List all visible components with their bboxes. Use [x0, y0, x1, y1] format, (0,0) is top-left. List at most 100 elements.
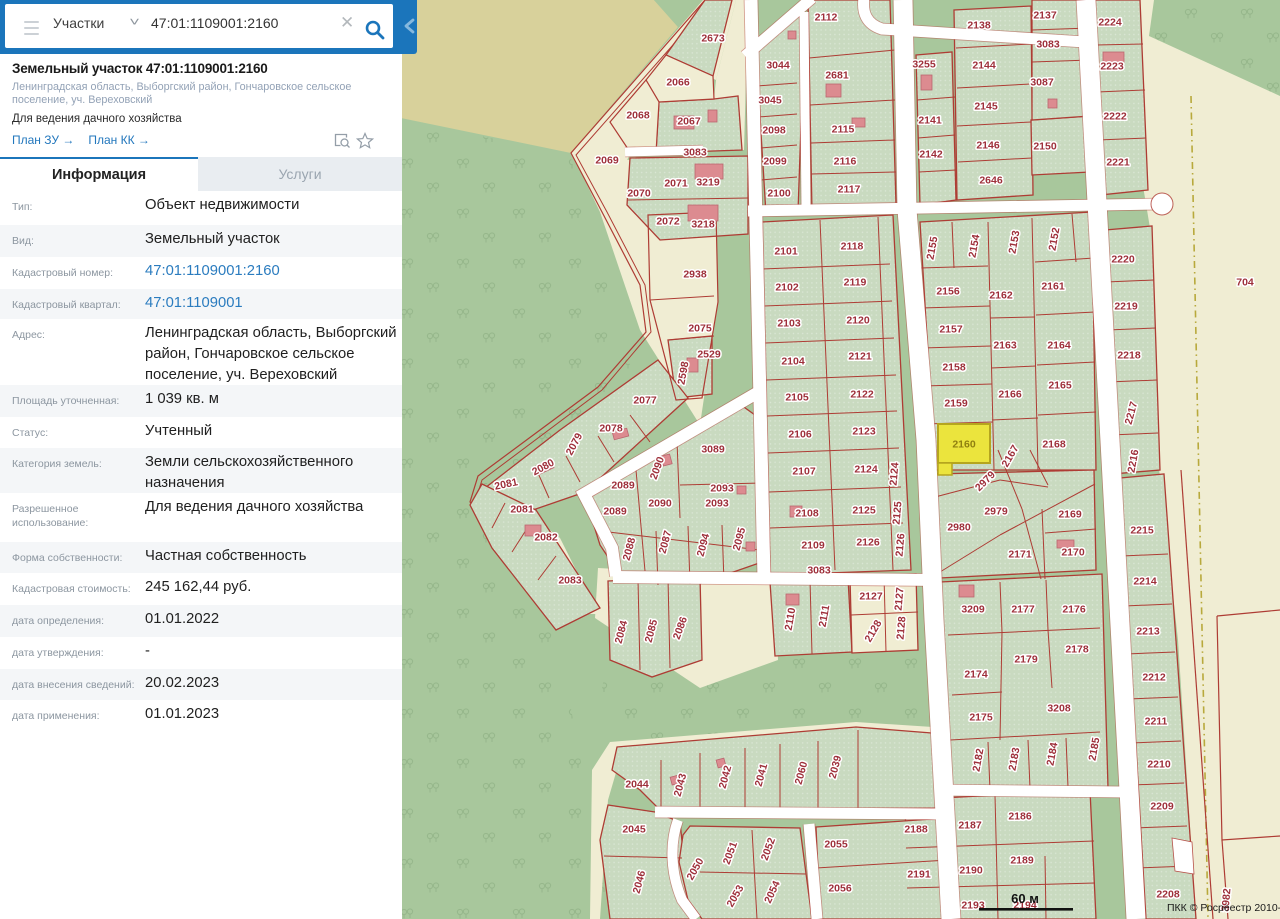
svg-text:3083: 3083 [683, 147, 707, 159]
svg-text:2189: 2189 [1010, 855, 1034, 867]
svg-text:2056: 2056 [828, 883, 852, 895]
svg-text:2099: 2099 [763, 156, 787, 168]
svg-text:2105: 2105 [785, 392, 809, 404]
svg-text:2214: 2214 [1133, 576, 1157, 588]
svg-text:2159: 2159 [944, 398, 968, 410]
svg-text:2177: 2177 [1011, 604, 1035, 616]
svg-text:2191: 2191 [907, 869, 931, 881]
svg-text:2116: 2116 [834, 156, 857, 168]
svg-text:2211: 2211 [1145, 716, 1168, 728]
svg-text:2082: 2082 [534, 532, 558, 544]
svg-text:2164: 2164 [1047, 340, 1071, 352]
svg-text:2126: 2126 [856, 537, 880, 549]
svg-text:2146: 2146 [976, 140, 1000, 152]
svg-text:2222: 2222 [1103, 111, 1127, 123]
svg-text:2104: 2104 [781, 356, 805, 368]
svg-text:3083: 3083 [807, 565, 831, 577]
svg-text:2179: 2179 [1014, 654, 1038, 666]
svg-text:2122: 2122 [850, 389, 874, 401]
svg-text:2127: 2127 [893, 587, 907, 611]
svg-text:2077: 2077 [633, 395, 657, 407]
svg-text:2071: 2071 [664, 178, 688, 190]
svg-text:2175: 2175 [969, 712, 993, 724]
svg-text:2213: 2213 [1136, 626, 1160, 638]
svg-text:2145: 2145 [974, 101, 998, 113]
svg-text:2090: 2090 [648, 498, 672, 510]
svg-text:2209: 2209 [1150, 801, 1174, 813]
svg-text:2081: 2081 [510, 504, 534, 516]
svg-text:2157: 2157 [939, 324, 963, 336]
svg-text:2190: 2190 [959, 865, 983, 877]
svg-text:2068: 2068 [626, 110, 650, 122]
svg-text:2165: 2165 [1048, 380, 1072, 392]
svg-text:2166: 2166 [998, 389, 1022, 401]
svg-text:2072: 2072 [656, 216, 680, 228]
svg-text:704: 704 [1236, 277, 1254, 289]
svg-text:2117: 2117 [838, 184, 861, 196]
svg-text:2681: 2681 [825, 70, 849, 82]
svg-text:2120: 2120 [846, 315, 870, 327]
svg-text:2170: 2170 [1061, 547, 1085, 559]
svg-text:2160: 2160 [952, 439, 976, 451]
svg-text:3255: 3255 [912, 59, 936, 71]
svg-text:2980: 2980 [947, 522, 971, 534]
svg-text:60 м: 60 м [1011, 891, 1039, 906]
svg-text:2171: 2171 [1008, 549, 1032, 561]
svg-text:2646: 2646 [979, 175, 1003, 187]
svg-text:3087: 3087 [1030, 77, 1054, 89]
svg-text:2124: 2124 [854, 464, 878, 476]
svg-text:2075: 2075 [688, 323, 712, 335]
svg-text:2162: 2162 [989, 290, 1013, 302]
svg-text:2108: 2108 [795, 508, 819, 520]
svg-text:3089: 3089 [701, 444, 725, 456]
svg-text:2069: 2069 [595, 155, 619, 167]
svg-text:2169: 2169 [1058, 509, 1082, 521]
svg-text:2067: 2067 [677, 116, 701, 128]
svg-text:2066: 2066 [666, 77, 690, 89]
svg-text:2979: 2979 [984, 506, 1008, 518]
svg-text:2224: 2224 [1098, 17, 1122, 29]
svg-text:2103: 2103 [777, 318, 801, 330]
svg-text:2070: 2070 [627, 188, 651, 200]
svg-text:2102: 2102 [775, 282, 799, 294]
svg-text:2093: 2093 [705, 498, 729, 510]
svg-text:2078: 2078 [599, 423, 623, 435]
svg-text:2529: 2529 [697, 349, 721, 361]
svg-text:2187: 2187 [958, 820, 982, 832]
svg-text:2126: 2126 [894, 533, 908, 557]
svg-text:2121: 2121 [848, 351, 872, 363]
svg-text:2673: 2673 [701, 33, 725, 45]
svg-text:2119: 2119 [844, 277, 867, 289]
svg-text:2221: 2221 [1106, 157, 1130, 169]
svg-text:2223: 2223 [1100, 61, 1124, 73]
svg-text:2127: 2127 [859, 591, 883, 603]
svg-text:2208: 2208 [1156, 889, 1180, 901]
svg-text:2156: 2156 [936, 286, 960, 298]
svg-text:2118: 2118 [841, 241, 864, 253]
svg-text:2141: 2141 [918, 115, 942, 127]
svg-text:2100: 2100 [767, 188, 791, 200]
svg-text:ПКК © Росреестр 2010-2: ПКК © Росреестр 2010-2 [1167, 902, 1280, 914]
svg-text:2123: 2123 [852, 426, 876, 438]
svg-text:2158: 2158 [942, 362, 966, 374]
svg-text:2163: 2163 [993, 340, 1017, 352]
svg-text:2044: 2044 [625, 779, 649, 791]
svg-text:3083: 3083 [1036, 39, 1060, 51]
svg-text:2106: 2106 [788, 429, 812, 441]
svg-text:2215: 2215 [1130, 525, 1154, 537]
svg-text:2128: 2128 [895, 616, 909, 640]
svg-text:2938: 2938 [683, 269, 707, 281]
svg-text:2186: 2186 [1008, 811, 1032, 823]
svg-text:2112: 2112 [815, 12, 838, 24]
svg-text:2188: 2188 [904, 824, 928, 836]
svg-text:2089: 2089 [611, 480, 635, 492]
svg-text:2178: 2178 [1065, 644, 1089, 656]
svg-text:2089: 2089 [603, 506, 627, 518]
svg-text:2055: 2055 [824, 839, 848, 851]
svg-text:3044: 3044 [766, 60, 790, 72]
svg-text:2137: 2137 [1033, 10, 1057, 22]
svg-text:2210: 2210 [1147, 759, 1171, 771]
svg-text:2176: 2176 [1062, 604, 1086, 616]
svg-text:2115: 2115 [832, 124, 855, 136]
svg-text:2161: 2161 [1041, 281, 1065, 293]
